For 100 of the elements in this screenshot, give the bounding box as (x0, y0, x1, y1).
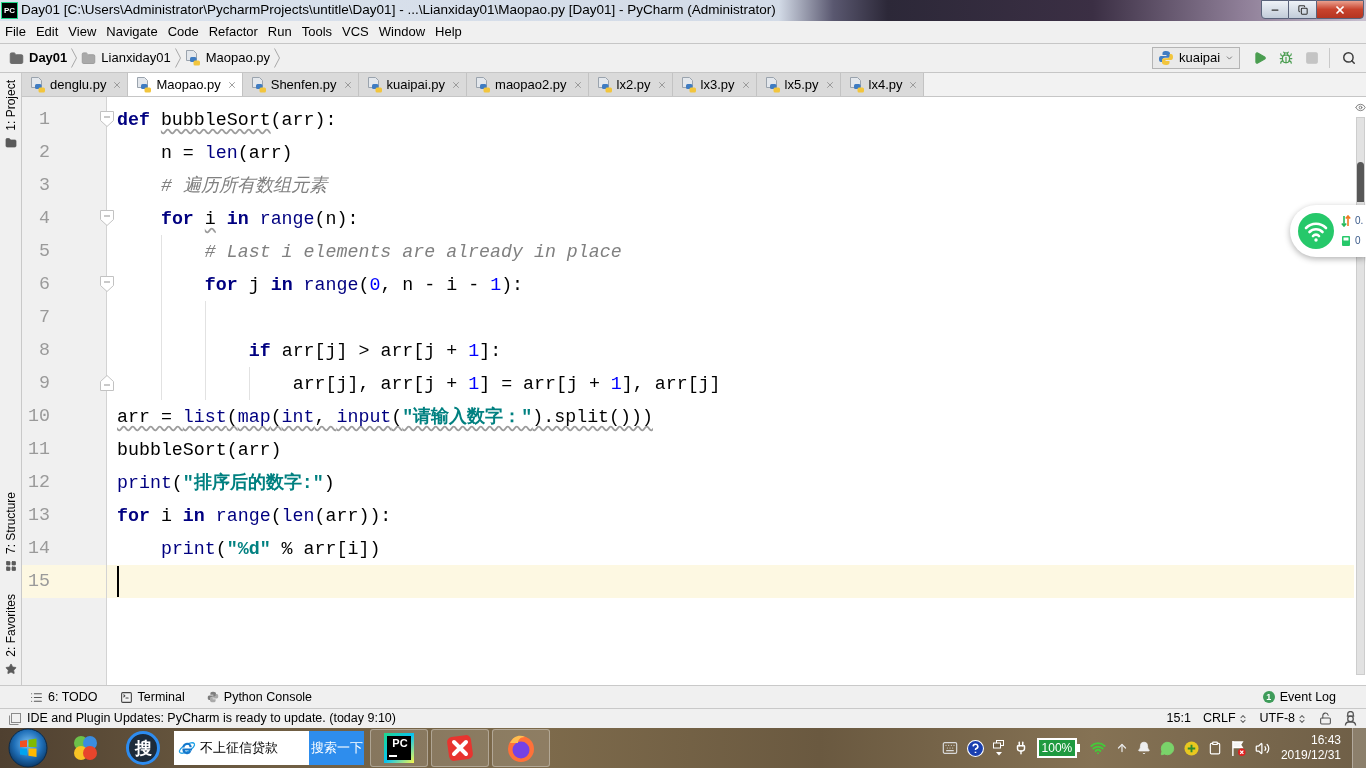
editor-tab[interactable]: Maopao.py (128, 73, 243, 96)
line-separator-selector[interactable]: CRLF (1202, 709, 1248, 728)
arrow-up-icon[interactable] (1115, 741, 1128, 755)
python-file-icon (680, 76, 697, 93)
line-number: 14 (27, 539, 50, 558)
list-icon (30, 690, 43, 704)
editor-tab[interactable]: lx4.py (840, 73, 925, 96)
cursor-position[interactable]: 15:1 (1166, 709, 1191, 728)
close-icon[interactable] (572, 79, 583, 90)
close-icon (1334, 3, 1346, 16)
menu-item[interactable]: View (63, 21, 102, 43)
taskbar-app-button[interactable] (492, 729, 550, 767)
clock[interactable]: 16:43 2019/12/31 (1280, 733, 1341, 763)
tool-window-button[interactable]: 1: Project (0, 80, 21, 149)
breadcrumb-item[interactable]: Maopao.py (184, 48, 271, 68)
event-log-button[interactable]: 1 Event Log (1262, 687, 1336, 707)
editor-tab[interactable]: Shenfen.py (242, 73, 359, 96)
breadcrumb-item[interactable]: Lianxiday01 (81, 48, 171, 68)
chevron-updown-icon (1237, 713, 1248, 724)
close-icon[interactable] (740, 79, 751, 90)
python-icon (206, 691, 219, 703)
window-icon[interactable] (9, 712, 21, 725)
close-icon[interactable] (342, 79, 353, 90)
chevron-right-icon (174, 48, 181, 68)
scrollbar-thumb[interactable] (1356, 162, 1364, 202)
start-orb-icon[interactable] (8, 728, 48, 768)
help-icon[interactable] (966, 739, 984, 757)
person-icon[interactable] (1344, 711, 1357, 726)
menu-item[interactable]: VCS (337, 21, 374, 43)
python-file-icon (136, 76, 153, 93)
run-config-dropdown[interactable]: kuaipai (1152, 47, 1240, 69)
clipboard-icon[interactable] (1207, 740, 1222, 756)
editor-tab[interactable]: lx2.py (588, 73, 673, 96)
lock-open-icon[interactable] (1319, 712, 1332, 725)
menu-item[interactable]: Tools (296, 21, 338, 43)
tool-window-button[interactable]: 7: Structure (0, 492, 21, 573)
editor-tab[interactable]: lx5.py (756, 73, 841, 96)
breadcrumb-item[interactable]: Day01 (9, 48, 68, 68)
network-reading: 0. (1355, 216, 1364, 226)
python-file-icon (475, 76, 492, 93)
bug-icon[interactable] (1279, 51, 1293, 65)
folder-icon (4, 136, 17, 149)
close-icon[interactable] (908, 79, 919, 90)
taskbar-app-button[interactable] (431, 729, 489, 767)
window-switch-icon[interactable] (992, 740, 1005, 756)
keyboard-icon[interactable] (941, 740, 958, 756)
python-file-icon (596, 76, 613, 93)
menu-item[interactable]: Edit (30, 21, 64, 43)
wifi-icon[interactable] (1088, 740, 1107, 756)
fold-collapse-icon[interactable] (100, 111, 114, 127)
search-app-logo[interactable]: 搜 (126, 731, 160, 765)
menu-item[interactable]: Window (373, 21, 431, 43)
line-number: 1 (38, 110, 50, 129)
fold-collapse-icon[interactable] (100, 210, 114, 226)
tool-window-button[interactable]: Terminal (119, 687, 185, 707)
plus-circle-icon[interactable] (1183, 740, 1199, 756)
code-line: # Last i elements are already in place (204, 240, 622, 264)
tool-window-button[interactable]: 2: Favorites (0, 594, 21, 675)
folder-icon (81, 50, 97, 66)
close-icon[interactable] (226, 79, 237, 90)
editor-tab[interactable]: maopao2.py (467, 73, 589, 96)
line-number: 11 (27, 440, 50, 459)
menu-item[interactable]: File (0, 21, 31, 43)
menu-item[interactable]: Help (430, 21, 467, 43)
eye-icon[interactable] (1354, 102, 1366, 113)
restore-button[interactable] (1289, 0, 1316, 19)
menu-item[interactable]: Navigate (101, 21, 163, 43)
search-icon[interactable] (1342, 51, 1356, 65)
menu-item[interactable]: Refactor (203, 21, 263, 43)
code-line: arr[j], arr[j + 1] = arr[j + 1], arr[j] (292, 372, 721, 396)
network-reading: 0 (1355, 236, 1361, 246)
speaker-icon[interactable] (1254, 740, 1270, 756)
encoding-selector[interactable]: UTF-8 (1259, 709, 1307, 728)
close-button[interactable] (1316, 0, 1364, 19)
fox-globe-icon (506, 733, 536, 763)
close-icon[interactable] (824, 79, 835, 90)
close-icon[interactable] (112, 79, 123, 90)
chat-bubble-icon[interactable] (1159, 740, 1175, 756)
editor-tab[interactable]: lx3.py (672, 73, 757, 96)
fold-end-icon[interactable] (100, 375, 114, 391)
play-icon[interactable] (1253, 51, 1267, 65)
battery-indicator[interactable]: 100% (1036, 738, 1080, 758)
tool-window-button[interactable]: Python Console (206, 687, 313, 707)
close-icon[interactable] (656, 79, 667, 90)
bell-icon[interactable] (1136, 740, 1151, 756)
fold-collapse-icon[interactable] (100, 276, 114, 292)
editor-tab[interactable]: denglu.py (22, 73, 129, 96)
menu-item[interactable]: Run (262, 21, 297, 43)
folder-icon (9, 50, 24, 66)
flag-error-icon[interactable] (1230, 739, 1246, 757)
close-icon[interactable] (451, 79, 462, 90)
line-number: 4 (38, 209, 50, 228)
tool-window-button[interactable]: 6: TODO (30, 687, 98, 707)
taskbar-app-button[interactable]: PC (370, 729, 428, 767)
chevron-updown-icon (1297, 713, 1307, 724)
minimize-button[interactable] (1261, 0, 1289, 19)
search-field[interactable]: 不上征信贷款 (174, 731, 309, 765)
notification-count: 1 (1262, 691, 1275, 703)
menu-item[interactable]: Code (162, 21, 204, 43)
editor-tab[interactable]: kuaipai.py (358, 73, 468, 96)
